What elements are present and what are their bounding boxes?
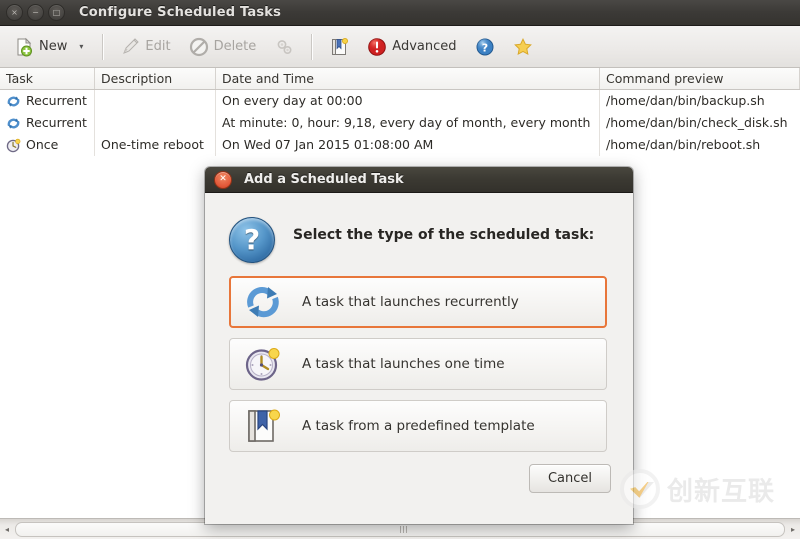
cell-task-text: Recurrent: [26, 93, 87, 108]
cell-command: /home/dan/bin/check_disk.sh: [606, 115, 788, 130]
cell-description: [95, 90, 216, 112]
edit-task-button[interactable]: Edit: [112, 31, 178, 63]
task-list: Recurrent On every day at 00:00 /home/da…: [0, 90, 800, 160]
new-task-label: New: [39, 39, 68, 54]
recurrent-icon: [6, 94, 21, 109]
delete-task-button[interactable]: Delete: [181, 31, 265, 63]
delete-task-label: Delete: [213, 39, 257, 54]
table-row[interactable]: Recurrent At minute: 0, hour: 9,18, ever…: [0, 112, 800, 134]
cell-task: Recurrent: [0, 90, 95, 112]
edit-task-label: Edit: [145, 39, 171, 54]
dialog-prompt-text: Select the type of the scheduled task:: [293, 227, 595, 243]
recurrent-arrows-icon: [244, 283, 282, 321]
cell-description: [95, 112, 216, 134]
blue-question-icon: ?: [475, 37, 495, 57]
dialog-title: Add a Scheduled Task: [244, 172, 404, 187]
svg-text:?: ?: [481, 41, 487, 54]
new-task-button[interactable]: New: [6, 31, 75, 63]
option-one-time-label: A task that launches one time: [302, 356, 505, 372]
toolbar-separator-2: [311, 33, 313, 60]
window-title: Configure Scheduled Tasks: [79, 5, 282, 20]
add-scheduled-task-dialog: ✕ Add a Scheduled Task ? Select the type…: [205, 167, 633, 524]
bookmark-book-icon: [329, 37, 349, 57]
window-minimize-button[interactable]: −: [27, 4, 44, 21]
advanced-button[interactable]: Advanced: [359, 31, 464, 63]
scroll-right-arrow-icon[interactable]: ▸: [786, 525, 800, 534]
task-settings-button[interactable]: [266, 31, 302, 63]
window-close-button[interactable]: ×: [6, 4, 23, 21]
red-alert-icon: [367, 37, 387, 57]
cell-description: One-time reboot: [95, 134, 216, 156]
column-header-command[interactable]: Command preview: [600, 68, 800, 89]
help-button[interactable]: ?: [467, 31, 503, 63]
new-document-icon: [14, 37, 34, 57]
cell-datetime: At minute: 0, hour: 9,18, every day of m…: [216, 112, 600, 134]
option-one-time-task[interactable]: A task that launches one time: [229, 338, 607, 390]
option-template-label: A task from a predefined template: [302, 418, 535, 434]
option-recurrent-task[interactable]: A task that launches recurrently: [229, 276, 607, 328]
star-icon: [513, 37, 533, 57]
toolbar-separator-1: [102, 33, 104, 60]
scrollbar-thumb-grip[interactable]: [400, 525, 407, 533]
task-type-options: A task that launches recurrently A task …: [229, 276, 607, 452]
template-button[interactable]: [321, 31, 357, 63]
table-row[interactable]: Recurrent On every day at 00:00 /home/da…: [0, 90, 800, 112]
window-maximize-button[interactable]: □: [48, 4, 65, 21]
option-recurrent-label: A task that launches recurrently: [302, 294, 519, 310]
option-template-task[interactable]: A task from a predefined template: [229, 400, 607, 452]
once-clock-icon: [6, 138, 21, 153]
cell-command: /home/dan/bin/backup.sh: [606, 93, 765, 108]
dialog-actions: Cancel: [529, 464, 611, 493]
cell-datetime: On every day at 00:00: [216, 90, 600, 112]
cell-task: Once: [0, 134, 95, 156]
window-titlebar: × − □ Configure Scheduled Tasks: [0, 0, 800, 26]
gears-icon: [274, 37, 294, 57]
dialog-titlebar: ✕ Add a Scheduled Task: [205, 167, 633, 193]
pencil-icon: [120, 37, 140, 57]
dialog-prompt-row: ? Select the type of the scheduled task:: [229, 215, 607, 263]
dialog-body: ? Select the type of the scheduled task:…: [205, 193, 633, 524]
dialog-close-button[interactable]: ✕: [214, 170, 232, 189]
favorite-button[interactable]: [505, 31, 541, 63]
table-row[interactable]: Once One-time reboot On Wed 07 Jan 2015 …: [0, 134, 800, 156]
cell-task-text: Once: [26, 137, 59, 152]
column-header-task[interactable]: Task: [0, 68, 95, 89]
window-controls: × − □: [6, 4, 65, 21]
toolbar: New ▾ Edit Delete Advanced ?: [0, 26, 800, 68]
clock-icon: [244, 345, 282, 383]
advanced-label: Advanced: [392, 39, 457, 54]
no-entry-icon: [189, 37, 209, 57]
blue-question-icon: ?: [229, 217, 275, 263]
column-header-description[interactable]: Description: [95, 68, 216, 89]
cancel-button[interactable]: Cancel: [529, 464, 611, 493]
cell-datetime: On Wed 07 Jan 2015 01:08:00 AM: [216, 134, 600, 156]
new-task-dropdown-arrow[interactable]: ▾: [77, 42, 93, 51]
table-column-headers: Task Description Date and Time Command p…: [0, 68, 800, 90]
column-header-datetime[interactable]: Date and Time: [216, 68, 600, 89]
scroll-left-arrow-icon[interactable]: ◂: [0, 525, 14, 534]
template-book-icon: [244, 407, 282, 445]
recurrent-icon: [6, 116, 21, 131]
cell-task-text: Recurrent: [26, 115, 87, 130]
cell-command: /home/dan/bin/reboot.sh: [606, 137, 761, 152]
cell-task: Recurrent: [0, 112, 95, 134]
